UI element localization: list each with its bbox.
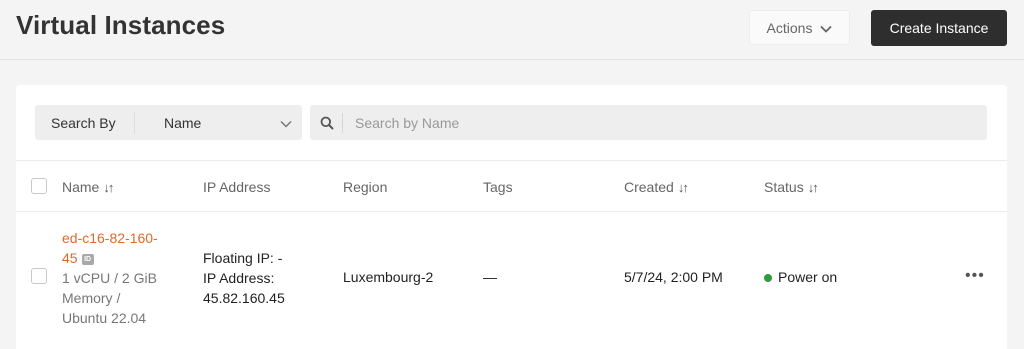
search-separator bbox=[342, 112, 343, 133]
chevron-down-icon bbox=[820, 20, 833, 36]
sort-icon: ↓↑ bbox=[807, 179, 819, 195]
chevron-down-icon bbox=[280, 115, 292, 133]
column-header-name[interactable]: Name ↓↑ bbox=[62, 179, 114, 195]
more-actions-icon[interactable]: ••• bbox=[965, 267, 985, 285]
search-by-select[interactable]: Search By Name bbox=[35, 105, 302, 140]
instance-name-link[interactable]: ed-c16-82-160- 45 ID bbox=[62, 228, 192, 268]
ip-value: 45.82.160.45 bbox=[203, 290, 285, 306]
sort-icon: ↓↑ bbox=[103, 179, 114, 195]
column-header-ip: IP Address bbox=[203, 179, 271, 195]
id-badge-icon[interactable]: ID bbox=[81, 253, 94, 265]
status-dot-icon bbox=[764, 274, 772, 283]
search-box bbox=[310, 105, 987, 140]
column-header-status[interactable]: Status ↓↑ bbox=[764, 179, 819, 195]
instances-card: Search By Name Name ↓↑ IP Address Region… bbox=[16, 85, 1007, 349]
column-header-created[interactable]: Created ↓↑ bbox=[624, 179, 689, 195]
row-checkbox[interactable] bbox=[31, 268, 47, 284]
select-all-checkbox[interactable] bbox=[31, 178, 47, 194]
status-label: Power on bbox=[778, 269, 838, 285]
search-by-label: Search By bbox=[35, 111, 135, 134]
tags-cell: — bbox=[483, 269, 497, 285]
actions-button[interactable]: Actions bbox=[749, 10, 850, 45]
search-input[interactable] bbox=[355, 114, 987, 131]
column-header-tags: Tags bbox=[483, 179, 513, 195]
instance-spec: 1 vCPU / 2 GiB Memory / Ubuntu 22.04 bbox=[62, 270, 157, 326]
table-header: Name ↓↑ IP Address Region Tags Created ↓… bbox=[16, 160, 1007, 212]
instance-cell: ed-c16-82-160- 45 ID 1 vCPU / 2 GiB Memor… bbox=[62, 228, 192, 328]
ip-label: IP Address: bbox=[203, 270, 275, 286]
created-cell: 5/7/24, 2:00 PM bbox=[624, 269, 723, 285]
actions-label: Actions bbox=[766, 19, 813, 36]
page-title: Virtual Instances bbox=[16, 10, 226, 40]
search-by-value: Name bbox=[164, 114, 202, 131]
table-row[interactable]: ed-c16-82-160- 45 ID 1 vCPU / 2 GiB Memor… bbox=[16, 212, 1007, 349]
column-header-region: Region bbox=[343, 179, 388, 195]
create-instance-button[interactable]: Create Instance bbox=[871, 10, 1007, 46]
region-cell: Luxembourg-2 bbox=[343, 269, 434, 285]
sort-icon: ↓↑ bbox=[677, 179, 689, 195]
ip-cell: Floating IP: - IP Address: 45.82.160.45 bbox=[203, 248, 285, 308]
status-cell: Power on bbox=[764, 267, 837, 287]
floating-ip: Floating IP: - bbox=[203, 250, 283, 266]
search-icon bbox=[312, 116, 342, 130]
page-header: Virtual Instances Actions Create Instanc… bbox=[0, 0, 1024, 60]
